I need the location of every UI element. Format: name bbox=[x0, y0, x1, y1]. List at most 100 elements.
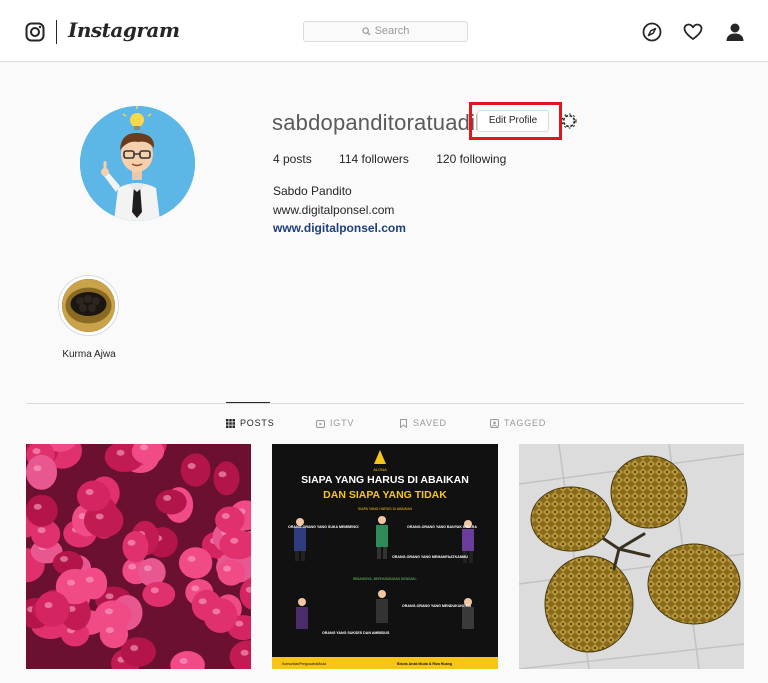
highlight-cover-image bbox=[62, 279, 115, 332]
fruit-shape bbox=[99, 620, 129, 649]
settings-gear-icon[interactable] bbox=[560, 112, 578, 130]
fruit-highlight bbox=[44, 602, 53, 609]
post-image-red-fruits bbox=[26, 444, 251, 669]
fruit-highlight bbox=[95, 513, 104, 520]
post-image-durians bbox=[519, 444, 744, 669]
fruit-highlight bbox=[212, 608, 221, 615]
fruit-highlight bbox=[60, 556, 68, 562]
tab-posts[interactable]: POSTS bbox=[226, 418, 275, 428]
poster-label-e: ORANG YANG SUKSES DAN AMBISIUS bbox=[322, 631, 390, 635]
poster-middle-note: SEBAIKNYA, BERHUBUNGAN DENGAN : bbox=[353, 577, 418, 581]
fruit-shape bbox=[26, 494, 58, 527]
following-count[interactable]: 120 following bbox=[436, 152, 506, 166]
fruit-highlight bbox=[127, 539, 136, 546]
fruit-shape bbox=[217, 559, 245, 586]
post-thumbnail-red-fruits[interactable] bbox=[26, 444, 251, 669]
fruit-highlight bbox=[105, 627, 114, 634]
explore-compass-icon[interactable] bbox=[642, 22, 662, 42]
fruit-highlight bbox=[67, 579, 75, 586]
instagram-glyph-icon[interactable] bbox=[25, 22, 45, 42]
profile-username: sabdopanditoratuadil bbox=[272, 110, 481, 135]
highlight-label: Kurma Ajwa bbox=[62, 349, 116, 360]
fruit-shape bbox=[80, 567, 108, 600]
fruit-highlight bbox=[116, 449, 125, 456]
fruit-highlight bbox=[198, 598, 207, 605]
fruit-shape bbox=[213, 461, 240, 496]
post-thumbnail-poster[interactable]: ALONA SIAPA YANG HARUS DI ABAIKAN DAN SI… bbox=[272, 444, 498, 669]
fruit-highlight bbox=[105, 608, 113, 615]
poster-label-a: ORANG-ORANG YANG SUKA MEMBENCI bbox=[288, 525, 359, 529]
fruit-highlight bbox=[163, 495, 172, 501]
fruit-highlight bbox=[143, 565, 152, 572]
profile-person-icon[interactable] bbox=[725, 22, 745, 42]
fruit-highlight bbox=[140, 444, 148, 451]
search-placeholder: Search bbox=[374, 25, 410, 37]
poster-footer-right: Bisnis Anak Muda & Riza Huang bbox=[397, 662, 452, 666]
fruit-highlight bbox=[33, 465, 42, 472]
profile-stats: 4 posts 114 followers 120 following bbox=[273, 152, 530, 166]
profile-full-name: Sabdo Pandito bbox=[273, 184, 352, 198]
fruit-highlight bbox=[32, 448, 41, 455]
fruit-shape bbox=[26, 454, 58, 490]
fruit-highlight bbox=[187, 555, 196, 562]
top-nav-bar: Instagram Search bbox=[0, 0, 768, 62]
fruit-shape bbox=[76, 480, 111, 512]
poster-footer-left: KomunitasPengusahaMuda bbox=[282, 662, 326, 666]
fruit-shape bbox=[35, 591, 70, 627]
fruit-shape bbox=[178, 547, 213, 579]
profile-bio: www.digitalponsel.com bbox=[273, 203, 395, 217]
poster-label-d: ORANG-ORANG YANG MENDUKUNGMU bbox=[402, 604, 472, 608]
poster-title-line1: SIAPA YANG HARUS DI ABAIKAN bbox=[301, 474, 469, 486]
search-icon bbox=[361, 26, 371, 36]
fruit-shape bbox=[203, 598, 238, 633]
poster-label-c: ORANG-ORANG YANG MEMANFAATKANMU bbox=[392, 555, 468, 559]
profile-website-link[interactable]: www.digitalponsel.com bbox=[273, 221, 406, 235]
tabs-divider bbox=[26, 403, 744, 404]
tab-igtv-label: IGTV bbox=[330, 418, 355, 428]
igtv-icon bbox=[316, 419, 325, 428]
tab-igtv[interactable]: IGTV bbox=[316, 418, 354, 428]
story-highlight-kurma-ajwa[interactable] bbox=[58, 275, 119, 336]
fruit-highlight bbox=[179, 658, 188, 664]
posts-count: 4 posts bbox=[273, 152, 312, 166]
fruit-shape bbox=[142, 581, 176, 607]
fruit-shape bbox=[180, 453, 211, 487]
edit-profile-button[interactable]: Edit Profile bbox=[477, 110, 549, 132]
tagged-icon bbox=[490, 418, 499, 428]
brand-divider bbox=[56, 20, 57, 44]
search-input[interactable]: Search bbox=[303, 21, 468, 42]
poster-label-b: ORANG-ORANG YANG BANYAK BICARA bbox=[407, 525, 477, 529]
fruit-highlight bbox=[221, 513, 230, 519]
fruit-highlight bbox=[223, 565, 232, 572]
poster-logo-text: ALONA bbox=[373, 467, 387, 472]
fruit-highlight bbox=[235, 620, 244, 627]
fruit-highlight bbox=[218, 471, 227, 478]
fruit-shape bbox=[122, 531, 149, 563]
tab-tagged[interactable]: TAGGED bbox=[490, 418, 546, 428]
activity-heart-icon[interactable] bbox=[683, 22, 703, 42]
fruit-highlight bbox=[85, 489, 94, 495]
fruit-highlight bbox=[187, 463, 196, 469]
instagram-wordmark[interactable]: Instagram bbox=[68, 18, 180, 42]
fruit-highlight bbox=[240, 649, 249, 656]
active-tab-indicator bbox=[226, 402, 270, 403]
fruit-highlight bbox=[191, 585, 200, 592]
tab-posts-label: POSTS bbox=[240, 418, 275, 428]
tab-tagged-label: TAGGED bbox=[504, 418, 547, 428]
fruit-highlight bbox=[85, 576, 94, 583]
grid-icon bbox=[226, 418, 235, 428]
tab-saved-label: SAVED bbox=[413, 418, 447, 428]
fruit-highlight bbox=[128, 563, 137, 570]
fruit-shape bbox=[215, 506, 245, 534]
poster-title-line2: DAN SIAPA YANG TIDAK bbox=[323, 489, 447, 501]
fruit-highlight bbox=[37, 527, 46, 534]
profile-avatar[interactable] bbox=[80, 106, 195, 221]
post-thumbnail-durians[interactable] bbox=[519, 444, 744, 669]
fruit-highlight bbox=[33, 503, 42, 510]
tab-saved[interactable]: SAVED bbox=[399, 418, 447, 428]
fruit-highlight bbox=[105, 593, 114, 600]
fruit-highlight bbox=[150, 587, 159, 594]
fruit-shape bbox=[155, 489, 187, 515]
followers-count[interactable]: 114 followers bbox=[339, 152, 409, 166]
fruit-highlight bbox=[130, 645, 139, 651]
